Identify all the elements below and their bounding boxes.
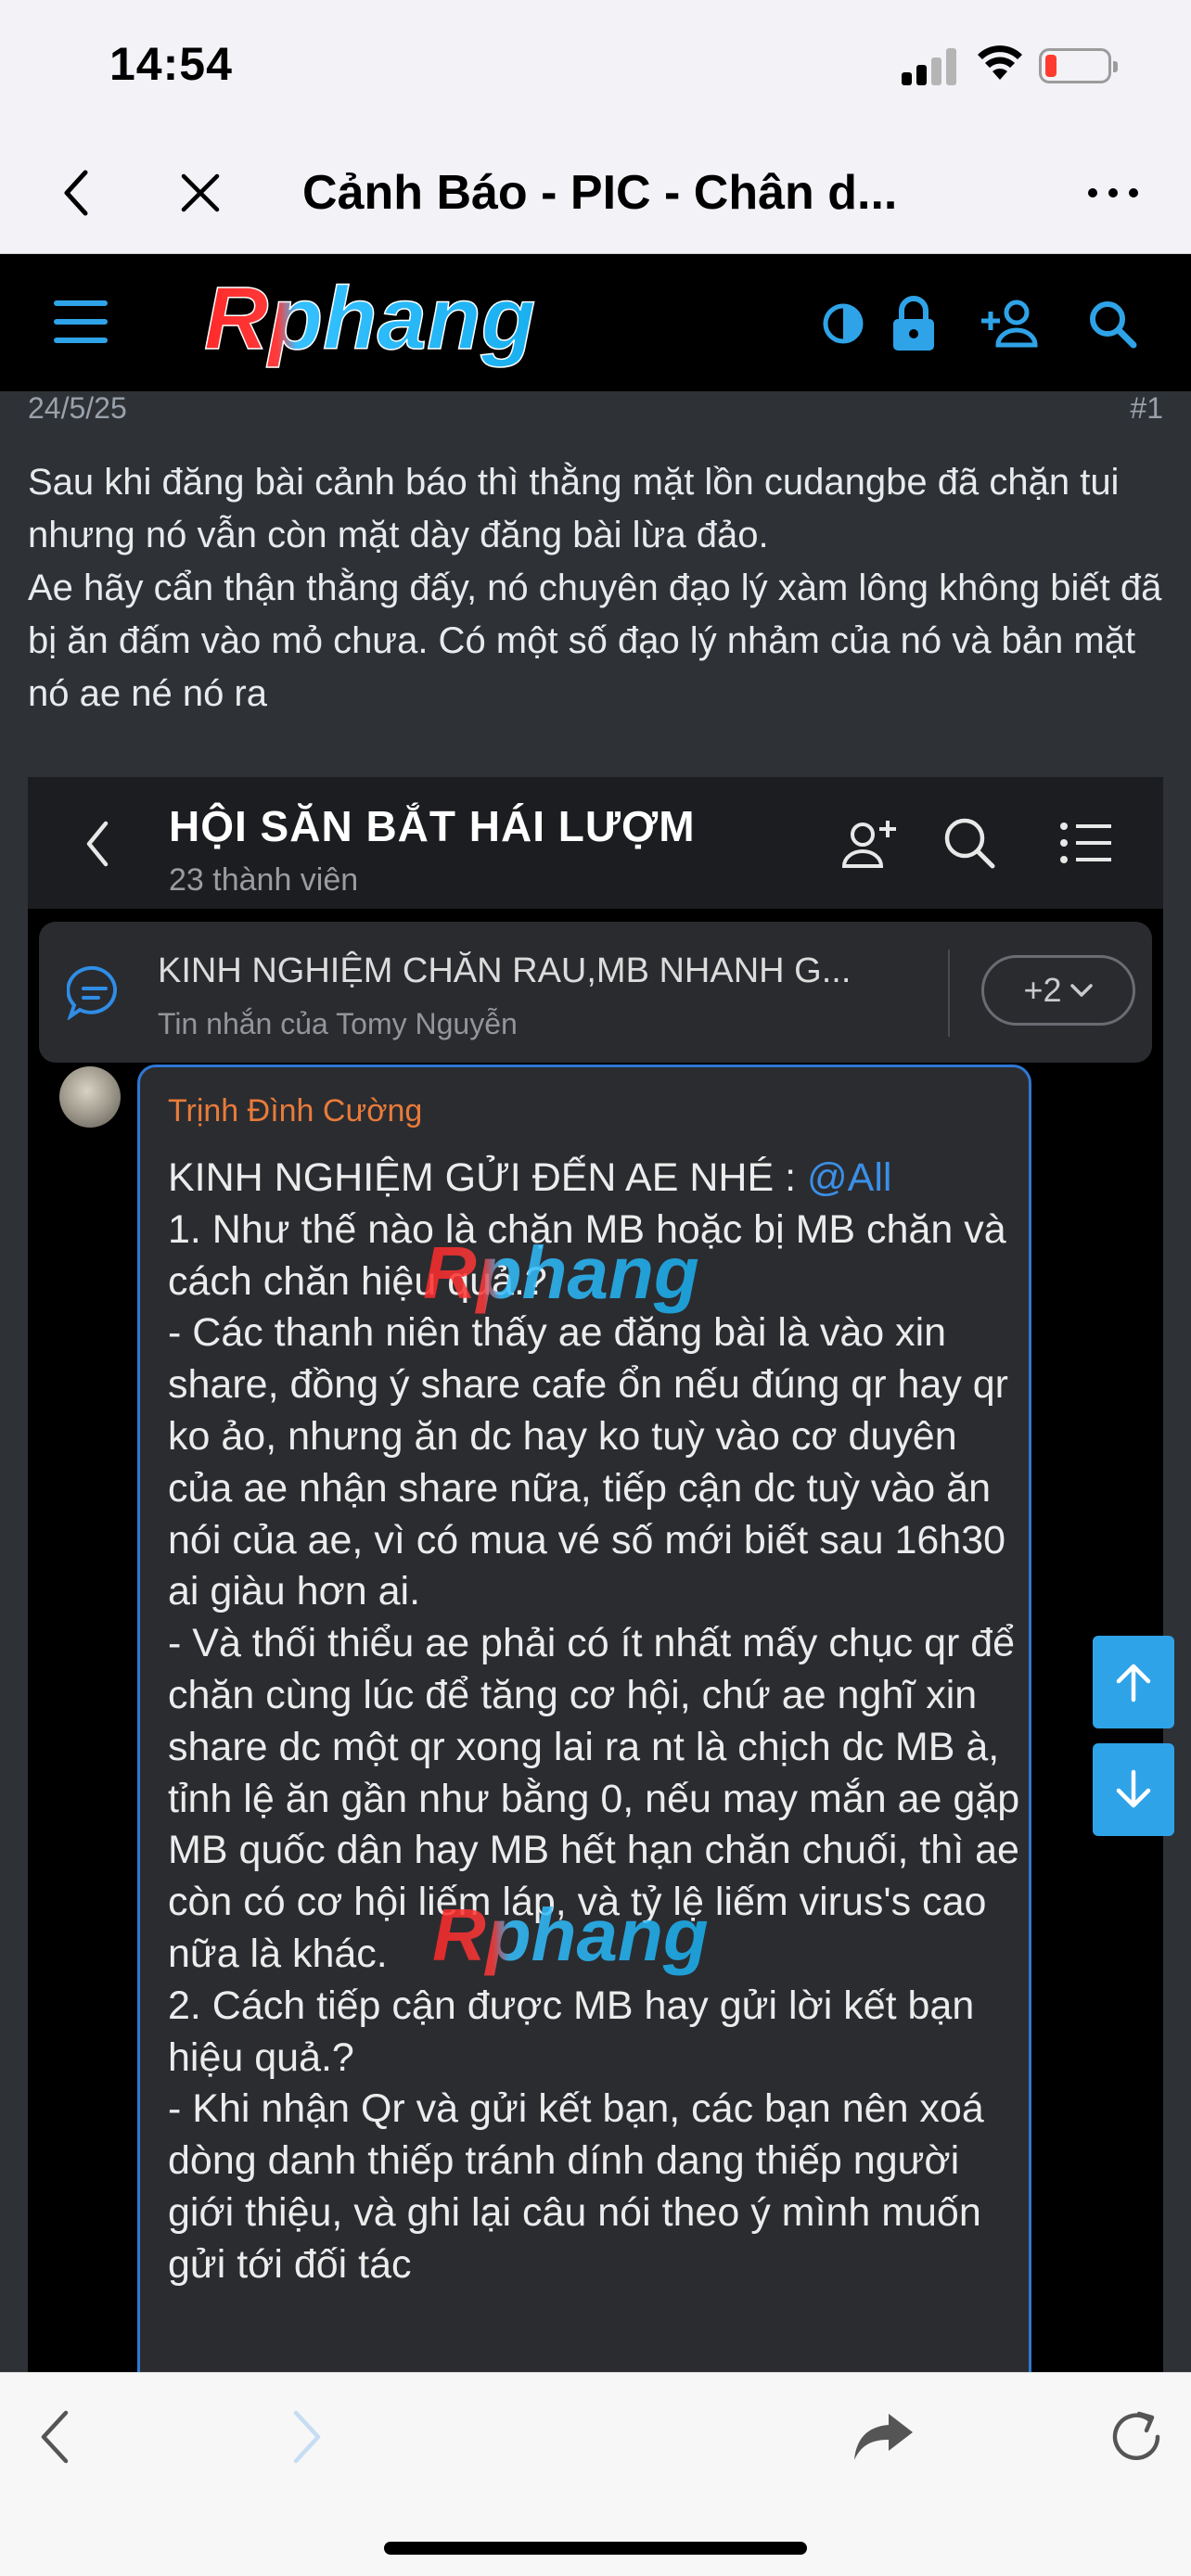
chevron-left-icon <box>86 821 109 867</box>
browser-nav-bar: Cảnh Báo - PIC - Chân d... <box>0 130 1191 254</box>
page-title: Cảnh Báo - PIC - Chân d... <box>302 166 898 220</box>
svg-text:Rphang: Rphang <box>204 269 535 368</box>
group-members: 23 thành viên <box>169 862 359 898</box>
arrow-up-icon <box>1116 1664 1151 1702</box>
close-button[interactable] <box>163 156 237 230</box>
post-paragraph: Sau khi đăng bài cảnh báo thì thằng mặt … <box>28 462 1120 555</box>
wifi-icon <box>978 45 1022 80</box>
message-body: 1. Như thế nào là chặn MB hoặc bị MB chă… <box>168 1206 1020 2287</box>
reload-button[interactable] <box>1095 2395 1178 2479</box>
theme-toggle-icon[interactable] <box>811 291 876 356</box>
status-bar: 14:54 <box>0 0 1191 130</box>
chevron-left-icon <box>64 170 88 216</box>
divider <box>948 950 950 1037</box>
pinned-subtitle: Tin nhắn của Tomy Nguyễn <box>158 1007 518 1040</box>
svg-text:Rphang: Rphang <box>423 1231 699 1314</box>
share-button[interactable] <box>842 2395 926 2479</box>
browser-back-button[interactable] <box>13 2395 96 2479</box>
add-user-icon[interactable] <box>978 291 1043 356</box>
pinned-title: KINH NGHIỆM CHĂN RAU,MB NHANH G... <box>158 951 852 990</box>
watermark-logo: Rphang <box>423 1231 699 1314</box>
message-intro: KINH NGHIỆM GỬI ĐẾN AE NHÉ : <box>168 1155 807 1200</box>
post-date[interactable]: 24/5/25 <box>28 391 127 426</box>
reload-icon <box>1112 2411 1160 2460</box>
cellular-signal-icon <box>902 45 957 85</box>
mention: @All <box>807 1155 892 1200</box>
scroll-top-button[interactable] <box>1093 1636 1174 1728</box>
message-sender: Trịnh Đình Cường <box>168 1093 423 1129</box>
group-name: HỘI SĂN BẮT HÁI LƯỢM <box>169 802 696 850</box>
chevron-right-icon <box>293 2410 321 2464</box>
chevron-down-icon <box>1069 984 1093 997</box>
message-text: KINH NGHIỆM GỬI ĐẾN AE NHÉ : @All 1. Như… <box>168 1153 1021 2291</box>
browser-toolbar <box>0 2372 1191 2576</box>
watermark-logo: Rphang <box>432 1894 709 1976</box>
back-button[interactable] <box>39 156 113 230</box>
site-logo[interactable]: Rphang <box>197 267 735 375</box>
search-icon[interactable] <box>1080 291 1145 356</box>
battery-icon <box>1039 48 1118 83</box>
more-pinned-count: +2 <box>1023 971 1062 1009</box>
forum-header: Rphang <box>0 254 1191 391</box>
post-paragraph: Ae hãy cẩn thận thằng đấy, nó chuyên đạo… <box>28 567 1162 714</box>
more-dots-icon <box>1088 188 1138 198</box>
share-arrow-icon <box>854 2414 913 2460</box>
chat-header: HỘI SĂN BẮT HÁI LƯỢM 23 thành viên <box>28 777 1163 909</box>
add-member-icon <box>841 821 896 868</box>
more-options-button[interactable] <box>1076 156 1150 230</box>
chevron-left-icon <box>41 2410 69 2464</box>
scroll-bottom-button[interactable] <box>1093 1743 1174 1836</box>
home-indicator <box>384 2542 807 2555</box>
browser-forward-button[interactable] <box>265 2395 349 2479</box>
chat-bubble-icon <box>67 965 118 1020</box>
close-icon <box>181 173 220 212</box>
search-icon <box>944 818 995 869</box>
list-icon <box>1060 823 1111 863</box>
svg-text:Rphang: Rphang <box>432 1894 709 1976</box>
embedded-screenshot[interactable]: HỘI SĂN BẮT HÁI LƯỢM 23 thành viên KINH … <box>28 777 1163 2372</box>
menu-icon[interactable] <box>54 299 111 347</box>
arrow-down-icon <box>1116 1769 1151 1808</box>
post-number[interactable]: #1 <box>1130 391 1163 426</box>
pinned-message: KINH NGHIỆM CHĂN RAU,MB NHANH G... Tin n… <box>39 922 1152 1063</box>
more-pinned-badge: +2 <box>981 955 1135 1026</box>
post-body: Sau khi đăng bài cảnh báo thì thằng mặt … <box>28 456 1169 721</box>
avatar <box>59 1066 121 1128</box>
lock-icon[interactable] <box>881 291 946 356</box>
status-time: 14:54 <box>109 38 233 90</box>
